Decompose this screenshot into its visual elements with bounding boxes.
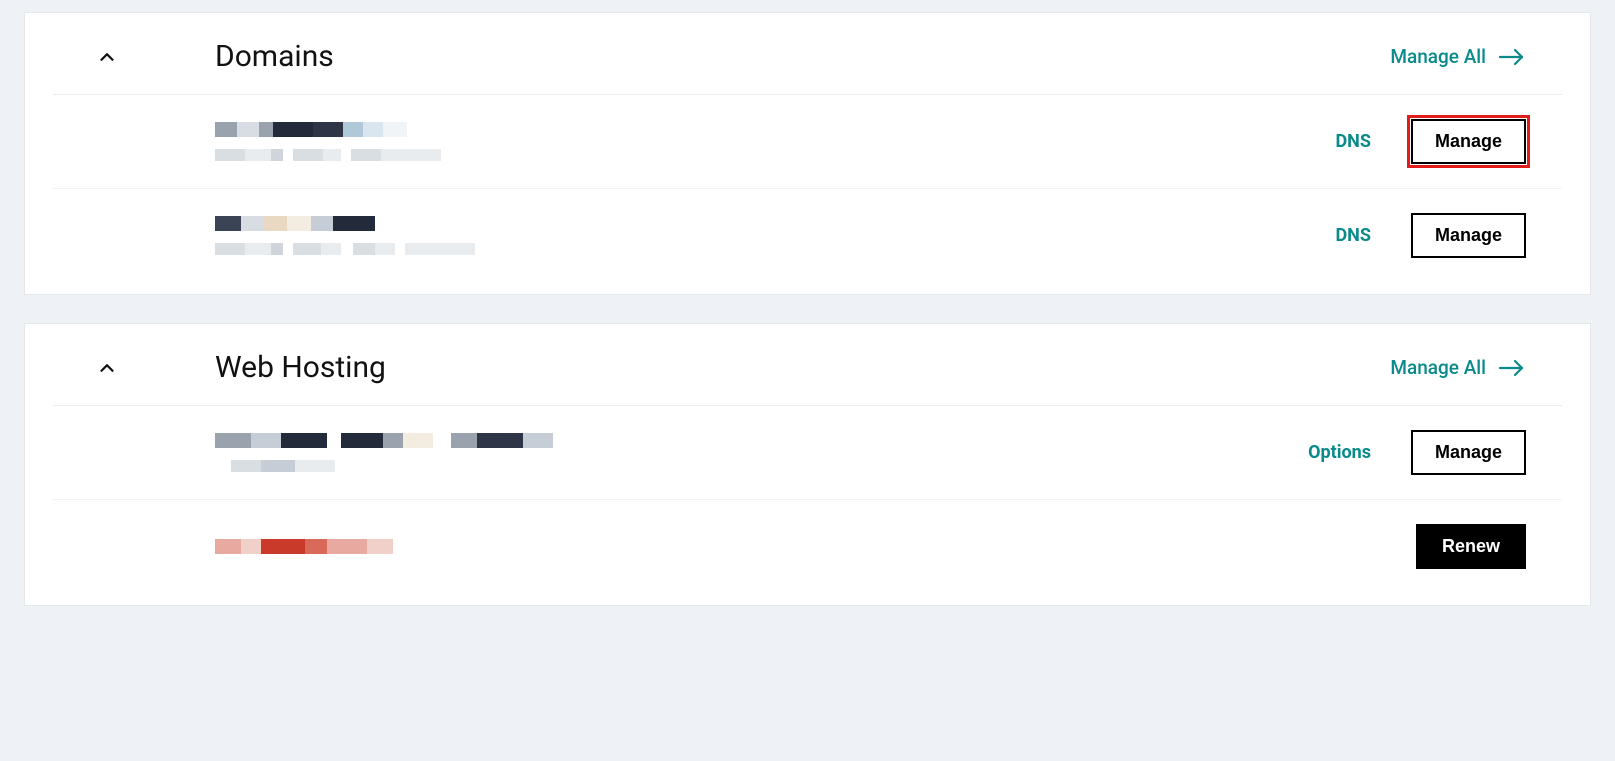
domain-row-actions: DNS Manage [1335, 119, 1526, 164]
domain-info-redacted [215, 122, 1335, 161]
domains-card: Domains Manage All [24, 12, 1591, 295]
hosting-info-redacted [215, 539, 1416, 554]
domains-manage-all-link[interactable]: Manage All [1390, 45, 1526, 68]
domains-header: Domains Manage All [53, 13, 1562, 95]
manage-all-label: Manage All [1390, 356, 1486, 379]
hosting-collapse-toggle[interactable] [89, 357, 125, 379]
hosting-card: Web Hosting Manage All [24, 323, 1591, 606]
arrow-right-icon [1498, 358, 1526, 378]
dns-link[interactable]: DNS [1335, 131, 1370, 152]
domains-collapse-toggle[interactable] [89, 46, 125, 68]
domain-row: DNS Manage [53, 95, 1562, 189]
dns-link[interactable]: DNS [1335, 225, 1370, 246]
hosting-manage-all-link[interactable]: Manage All [1390, 356, 1526, 379]
hosting-row: Renew [53, 500, 1562, 593]
chevron-up-icon [96, 46, 118, 68]
manage-button[interactable]: Manage [1411, 213, 1526, 258]
hosting-row: Options Manage [53, 406, 1562, 500]
hosting-info-redacted [215, 433, 1308, 472]
domain-info-redacted [215, 216, 1335, 255]
manage-button[interactable]: Manage [1411, 430, 1526, 475]
hosting-row-actions: Options Manage [1308, 430, 1526, 475]
arrow-right-icon [1498, 47, 1526, 67]
hosting-title: Web Hosting [215, 350, 1390, 385]
chevron-up-icon [96, 357, 118, 379]
renew-button[interactable]: Renew [1416, 524, 1526, 569]
options-link[interactable]: Options [1308, 442, 1371, 463]
hosting-header: Web Hosting Manage All [53, 324, 1562, 406]
manage-button[interactable]: Manage [1411, 119, 1526, 164]
domain-row-actions: DNS Manage [1335, 213, 1526, 258]
domains-title: Domains [215, 39, 1390, 74]
hosting-row-actions: Renew [1416, 524, 1526, 569]
manage-all-label: Manage All [1390, 45, 1486, 68]
domain-row: DNS Manage [53, 189, 1562, 282]
